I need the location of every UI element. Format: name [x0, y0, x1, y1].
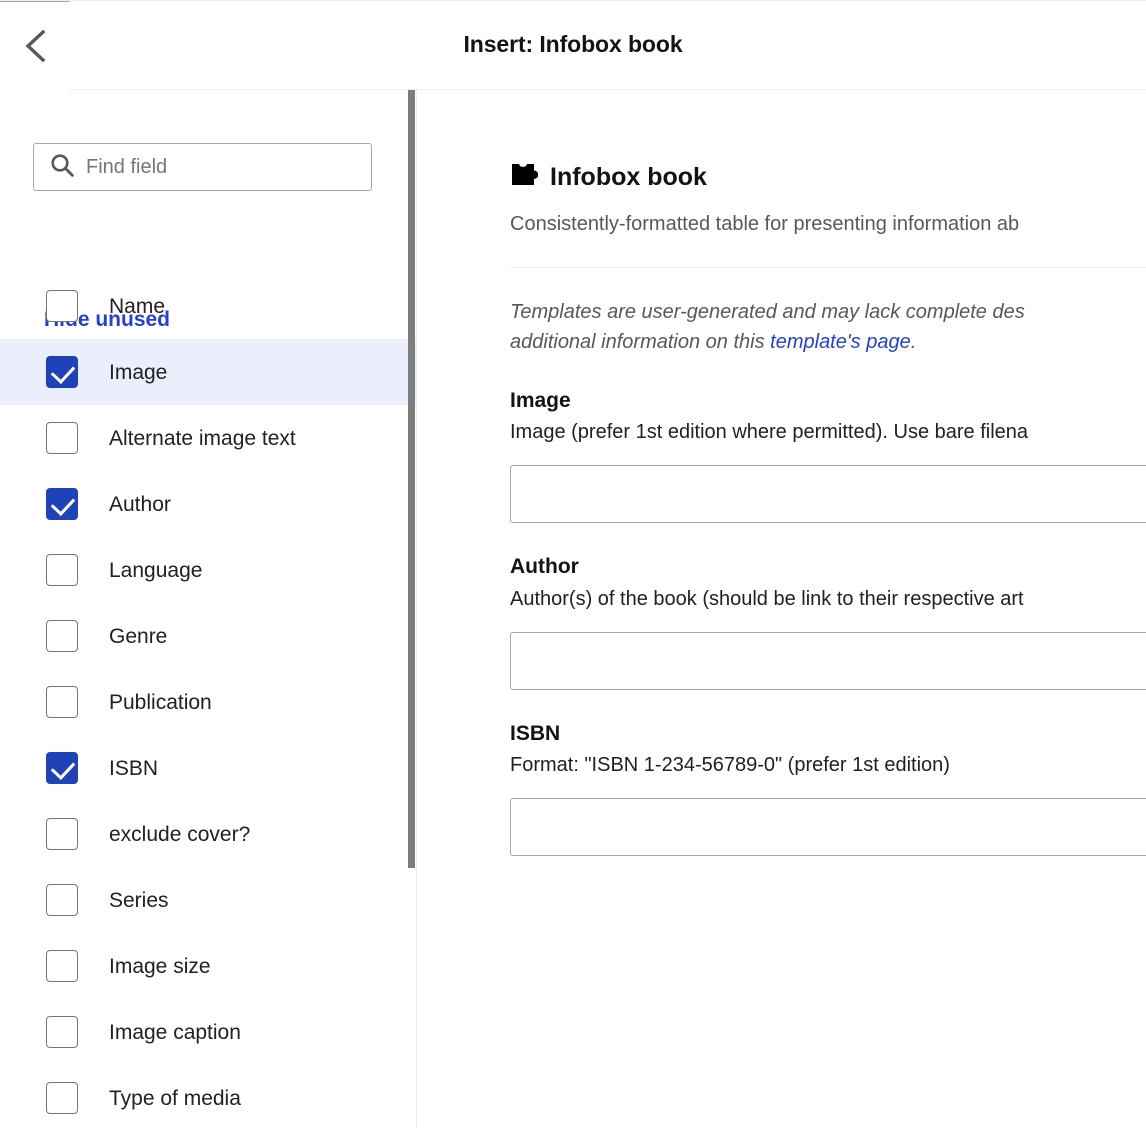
checkbox-checked-icon[interactable] [46, 488, 78, 520]
checkbox-unchecked-icon[interactable] [46, 1016, 78, 1048]
field-row-label: Image caption [109, 1022, 241, 1043]
field-checkbox-list: Name Image Alternate image text Author Langu… [0, 273, 417, 1128]
field-row-label: Image [109, 362, 167, 383]
field-row[interactable]: Image caption [0, 999, 417, 1065]
template-note-line2-prefix: additional information on this [510, 331, 770, 353]
template-detail-panel: Infobox book Consistently-formatted tabl… [417, 90, 1146, 1128]
parameter-field-title: Image [510, 388, 1146, 414]
dialog-header: Insert: Infobox book [0, 0, 1146, 90]
parameter-field-input[interactable] [510, 465, 1146, 523]
field-sidebar: Hide unused NameImageAlternate image tex… [0, 90, 417, 1128]
checkbox-unchecked-icon[interactable] [46, 818, 78, 850]
search-box[interactable] [33, 143, 372, 191]
checkbox-checked-icon[interactable] [46, 356, 78, 388]
field-row-label: Type of media [109, 1088, 241, 1109]
template-parameter-fields: Image Image (prefer 1st edition where per… [510, 388, 1146, 856]
parameter-field-description: Author(s) of the book (should be link to… [510, 588, 1146, 611]
parameter-field-input[interactable] [510, 798, 1146, 856]
field-row[interactable]: Name [0, 273, 417, 339]
puzzle-piece-icon [510, 162, 538, 192]
section-divider [510, 267, 1146, 268]
parameter-field-title: Author [510, 554, 1146, 580]
insert-template-dialog: Insert: Infobox book Hide unused NameIma… [0, 0, 1146, 1128]
checkbox-unchecked-icon[interactable] [46, 620, 78, 652]
field-row-label: Name [109, 296, 165, 317]
field-row[interactable]: Series [0, 867, 417, 933]
checkbox-unchecked-icon[interactable] [46, 884, 78, 916]
template-note: Templates are user-generated and may lac… [510, 297, 1146, 357]
checkbox-unchecked-icon[interactable] [46, 554, 78, 586]
field-row[interactable]: exclude cover? [0, 801, 417, 867]
template-title: Infobox book [550, 165, 707, 190]
parameter-field: Author Author(s) of the book (should be l… [510, 554, 1146, 689]
parameter-field-title: ISBN [510, 721, 1146, 747]
parameter-field: ISBN Format: "ISBN 1-234-56789-0" (prefer… [510, 721, 1146, 856]
sidebar-scrollbar-thumb[interactable] [408, 90, 415, 868]
field-row[interactable]: Genre [0, 603, 417, 669]
field-row-label: Genre [109, 626, 167, 647]
parameter-field-description: Image (prefer 1st edition where permitte… [510, 421, 1146, 444]
dialog-body: Hide unused NameImageAlternate image tex… [0, 90, 1146, 1128]
field-row-label: Alternate image text [109, 428, 296, 449]
search-input[interactable] [86, 156, 346, 179]
field-row[interactable]: Alternate image text [0, 405, 417, 471]
field-row[interactable]: Language [0, 537, 417, 603]
template-description: Consistently-formatted table for present… [510, 213, 1146, 236]
field-row[interactable]: Image [0, 339, 417, 405]
field-row[interactable]: Image size [0, 933, 417, 999]
checkbox-checked-icon[interactable] [46, 752, 78, 784]
field-row-label: Author [109, 494, 171, 515]
field-row-label: Series [109, 890, 169, 911]
template-note-line1: Templates are user-generated and may lac… [510, 301, 1025, 323]
template-note-line2-suffix: . [911, 331, 917, 353]
search-field-wrap [33, 143, 372, 191]
field-row-label: Image size [109, 956, 211, 977]
field-row-label: Publication [109, 692, 212, 713]
parameter-field-description: Format: "ISBN 1-234-56789-0" (prefer 1st… [510, 754, 1146, 777]
checkbox-unchecked-icon[interactable] [46, 686, 78, 718]
template-page-link[interactable]: template's page [770, 331, 911, 353]
field-row[interactable]: ISBN [0, 735, 417, 801]
field-row-label: Language [109, 560, 202, 581]
checkbox-unchecked-icon[interactable] [46, 1082, 78, 1114]
field-row[interactable]: Publication [0, 669, 417, 735]
field-row[interactable]: Type of media [0, 1065, 417, 1128]
parameter-field-input[interactable] [510, 632, 1146, 690]
search-icon [49, 152, 75, 183]
field-row[interactable]: Author [0, 471, 417, 537]
checkbox-unchecked-icon[interactable] [46, 422, 78, 454]
field-row-label: ISBN [109, 758, 158, 779]
template-header: Infobox book [510, 162, 1146, 192]
field-row-label: exclude cover? [109, 824, 250, 845]
checkbox-unchecked-icon[interactable] [46, 290, 78, 322]
dialog-title: Insert: Infobox book [0, 31, 1146, 58]
parameter-field: Image Image (prefer 1st edition where per… [510, 388, 1146, 523]
checkbox-unchecked-icon[interactable] [46, 950, 78, 982]
